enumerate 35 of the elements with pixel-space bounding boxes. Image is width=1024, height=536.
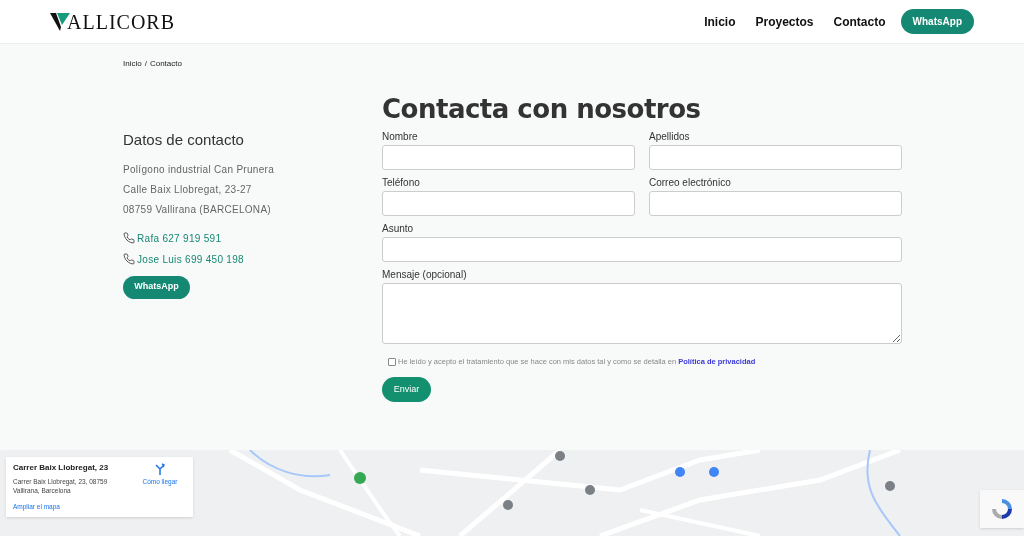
nav-link[interactable]: Contacto [833, 12, 886, 31]
address-line: Polígono industrial Can Prunera [123, 163, 276, 176]
nav-link[interactable]: Proyectos [755, 12, 814, 31]
section-title: Datos de contacto [123, 130, 245, 150]
input-field[interactable] [382, 191, 635, 216]
form-title: Contacta con nosotros [382, 94, 702, 124]
whatsapp-button[interactable]: WhatsApp [900, 9, 974, 34]
message-field[interactable] [382, 283, 902, 344]
whatsapp-button[interactable]: WhatsApp [123, 275, 190, 299]
nav-link[interactable]: Inicio [704, 12, 736, 31]
phone-link[interactable]: Jose Luis 699 450 198 [137, 252, 244, 266]
field-label: Asunto [382, 222, 415, 235]
input-field[interactable] [649, 145, 902, 170]
directions-icon[interactable] [155, 463, 165, 475]
breadcrumb-link[interactable]: Inicio [123, 58, 142, 70]
field-label: Mensaje (opcional) [382, 268, 468, 281]
logo-text: ALLICORB [67, 9, 175, 35]
input-field[interactable] [382, 237, 902, 262]
recaptcha-icon [990, 497, 1014, 521]
phone-icon [123, 253, 135, 265]
field-label: Apellidos [649, 130, 691, 143]
input-field[interactable] [649, 191, 902, 216]
address-line: Calle Baix Llobregat, 23-27 [123, 183, 253, 196]
field-label: Teléfono [382, 176, 421, 189]
field-label: Nombre [382, 130, 419, 143]
input-field[interactable] [382, 145, 635, 170]
submit-button[interactable]: Enviar [382, 377, 431, 403]
place-title: Carrer Baix Llobregat, 23 [13, 463, 110, 473]
phone-link[interactable]: Rafa 627 919 591 [137, 231, 222, 245]
field-label: Correo electrónico [649, 176, 732, 189]
consent-checkbox[interactable] [388, 357, 396, 366]
breadcrumb-separator: / [144, 58, 147, 70]
breadcrumb-current: Contacto [149, 58, 182, 70]
address-line: 08759 Vallirana (BARCELONA) [123, 203, 272, 216]
phone-icon [123, 232, 135, 244]
